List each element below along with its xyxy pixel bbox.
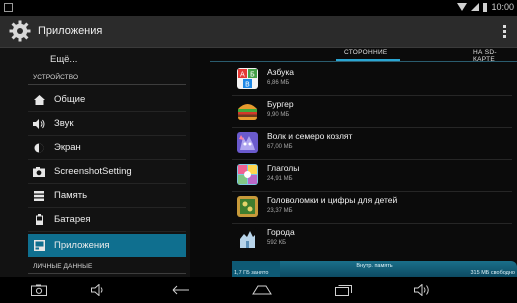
app-list-item[interactable]: Волк и семеро козлят 67,00 МБ <box>232 128 512 159</box>
system-navigation-bar <box>0 277 517 303</box>
sidebar-item-label: Батарея <box>54 214 91 225</box>
volume-down-button[interactable] <box>87 283 109 297</box>
home-button[interactable] <box>251 283 273 297</box>
sidebar-item-general[interactable]: Общие <box>28 88 186 111</box>
tab-third-party[interactable]: СТОРОННИЕ <box>344 49 388 56</box>
sidebar-item-label: Память <box>54 190 88 201</box>
home-nav-icon <box>252 285 272 295</box>
camera-icon <box>33 166 45 178</box>
section-header-device: УСТРОЙСТВО <box>33 74 79 81</box>
item-divider <box>28 231 186 232</box>
azbuka-app-icon: А Б В <box>237 68 258 89</box>
wolf-app-icon <box>237 132 258 153</box>
sidebar-item-battery[interactable]: Батарея <box>28 208 186 231</box>
tab-divider <box>210 61 517 62</box>
home-icon <box>33 94 45 106</box>
storage-usage-bar: Внутр. память 1,7 ГБ занято 315 МБ свобо… <box>232 261 517 277</box>
app-size: 592 КБ <box>267 240 287 246</box>
app-name: Азбука <box>267 67 295 77</box>
signal-icon <box>471 3 480 11</box>
back-button[interactable] <box>170 283 192 297</box>
sidebar-item-label: Общие <box>54 94 86 105</box>
recent-apps-button[interactable] <box>333 283 355 297</box>
svg-text:Б: Б <box>250 71 255 79</box>
verbs-app-icon <box>237 164 258 185</box>
svg-text:В: В <box>245 81 250 89</box>
svg-text:А: А <box>240 71 245 79</box>
tab-bar: СТОРОННИЕ НА SD-КАРТЕ <box>210 48 517 63</box>
sidebar-item-screenshot-setting[interactable]: ScreenshotSetting <box>28 160 186 183</box>
sidebar-item-apps[interactable]: Приложения <box>28 234 186 257</box>
speaker-icon <box>33 118 45 130</box>
action-bar: Приложения <box>0 16 517 48</box>
storage-icon <box>33 190 45 202</box>
sidebar-item-label: Экран <box>54 142 81 153</box>
battery-status-icon <box>483 2 488 12</box>
volume-up-icon <box>414 284 429 296</box>
recent-apps-icon <box>335 285 352 296</box>
status-time: 10:00 <box>491 2 514 12</box>
brightness-icon <box>33 142 45 154</box>
app-list-item[interactable]: А Б В Азбука 6,86 МБ <box>232 64 512 95</box>
section-divider <box>28 84 186 85</box>
sidebar-item-storage[interactable]: Память <box>28 184 186 207</box>
app-size: 6,86 МБ <box>267 80 290 86</box>
settings-gear-icon[interactable] <box>9 20 31 42</box>
cities-app-icon <box>237 228 258 249</box>
wifi-icon <box>457 3 468 11</box>
more-item[interactable]: Ещё... <box>50 54 77 65</box>
status-bar: 10:00 <box>0 0 517 16</box>
app-list-item[interactable]: Глаголы 24,91 МБ <box>232 160 512 191</box>
storage-used-text: 1,7 ГБ занято <box>234 270 269 276</box>
sidebar-item-label: Приложения <box>54 240 110 251</box>
app-list-item[interactable]: Головоломки и цифры для детей 23,37 МБ <box>232 192 512 223</box>
section-header-personal: ЛИЧНЫЕ ДАННЫЕ <box>33 263 93 270</box>
page-title: Приложения <box>38 25 103 37</box>
app-size: 9,90 МБ <box>267 112 290 118</box>
app-list-item[interactable]: Бургер 9,90 МБ <box>232 96 512 127</box>
volume-up-button[interactable] <box>412 283 434 297</box>
apps-panel: СТОРОННИЕ НА SD-КАРТЕ А Б В Азбука 6,86 … <box>210 48 517 277</box>
back-arrow-icon <box>172 285 189 295</box>
sidebar-item-label: ScreenshotSetting <box>54 166 132 177</box>
battery-icon <box>33 214 45 226</box>
overflow-menu-icon[interactable] <box>503 25 506 38</box>
settings-sidebar: Ещё... УСТРОЙСТВО Общие Звук Экран Scree… <box>0 48 190 277</box>
app-size: 23,37 МБ <box>267 208 293 214</box>
camera-icon <box>31 284 47 296</box>
app-name: Головоломки и цифры для детей <box>267 195 398 205</box>
app-name: Города <box>267 227 295 237</box>
app-size: 67,00 МБ <box>267 144 293 150</box>
section-divider <box>28 273 186 274</box>
sidebar-item-label: Звук <box>54 118 74 129</box>
screenshot-button[interactable] <box>28 283 50 297</box>
app-name: Волк и семеро козлят <box>267 131 353 141</box>
sidebar-item-sound[interactable]: Звук <box>28 112 186 135</box>
sidebar-item-display[interactable]: Экран <box>28 136 186 159</box>
app-name: Бургер <box>267 99 294 109</box>
app-size: 24,91 МБ <box>267 176 293 182</box>
notification-icon <box>4 3 13 12</box>
storage-free-text: 315 МБ свободно <box>470 270 516 276</box>
app-list-item[interactable]: Города 592 КБ <box>232 224 512 255</box>
volume-down-icon <box>91 284 103 296</box>
puzzles-app-icon <box>237 196 258 217</box>
storage-label: Внутр. память <box>356 263 393 269</box>
burger-app-icon <box>238 104 257 120</box>
app-name: Глаголы <box>267 163 300 173</box>
apps-icon <box>33 240 45 252</box>
